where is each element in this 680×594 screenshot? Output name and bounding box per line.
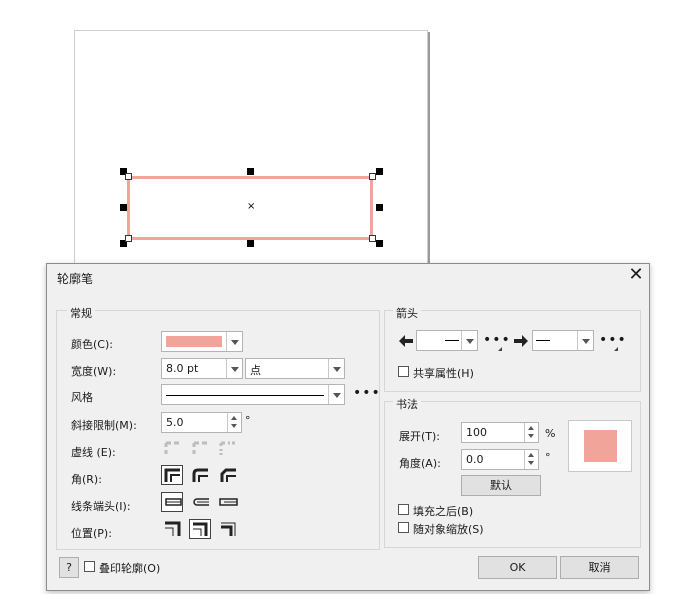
corner-bevel-option[interactable] (217, 465, 239, 485)
selection-handle-right[interactable] (376, 204, 383, 211)
cap-butt-option[interactable] (161, 492, 183, 512)
center-mark-icon: × (247, 201, 256, 212)
position-outside-option[interactable] (161, 519, 183, 539)
arrow-right-icon (513, 334, 529, 348)
dash-option-2-icon (192, 439, 210, 457)
stretch-value: 100 (466, 426, 487, 439)
overprint-outline-checkbox[interactable] (84, 561, 95, 572)
position-inside-option[interactable] (217, 519, 239, 539)
stretch-input[interactable]: 100 (461, 422, 539, 443)
chevron-down-icon[interactable] (461, 331, 477, 350)
overprint-outline-label: 叠印轮廓(O) (99, 562, 161, 575)
arrows-group-title: 箭头 (393, 305, 421, 321)
ok-button[interactable]: OK (478, 556, 557, 579)
arrow-left-icon (398, 334, 414, 348)
position-center-option[interactable] (189, 519, 211, 539)
calligraphy-group-title: 书法 (393, 396, 421, 412)
width-unit-value: 点 (250, 364, 261, 377)
more-icon[interactable]: ••• (599, 333, 627, 347)
node-handle-top-right[interactable] (369, 173, 376, 180)
color-swatch (166, 336, 222, 347)
end-arrow-preview (536, 340, 550, 341)
width-dropdown[interactable]: 8.0 pt (161, 358, 243, 379)
cap-square-option[interactable] (217, 492, 239, 512)
more-icon[interactable]: ••• (483, 333, 511, 347)
more-icon[interactable]: ••• (353, 386, 381, 400)
style-line-preview (166, 395, 324, 396)
corner-label: 角(R): (71, 473, 102, 486)
selection-handle-left[interactable] (120, 204, 127, 211)
share-attributes-label: 共享属性(H) (413, 367, 474, 380)
selection-handle-top[interactable] (247, 168, 254, 175)
node-handle-bottom-left[interactable] (125, 235, 132, 242)
style-label: 风格 (71, 391, 93, 404)
position-label: 位置(P): (71, 527, 112, 540)
share-attributes-checkbox[interactable] (398, 366, 409, 377)
dash-label: 虚线 (E): (71, 446, 116, 459)
corner-indicator-icon (614, 347, 618, 351)
cancel-button[interactable]: 取消 (560, 556, 639, 579)
chevron-down-icon[interactable] (226, 332, 242, 351)
chevron-down-icon[interactable] (328, 359, 344, 378)
dash-option-1-icon (164, 439, 182, 457)
miter-unit: ° (245, 414, 251, 427)
angle-input[interactable]: 0.0 (461, 449, 539, 470)
outline-pen-dialog: 轮廓笔 ✕ 常规 颜色(C): 宽度(W): 8.0 pt 点 风格 ••• 斜… (46, 263, 650, 591)
cap-round-option[interactable] (189, 492, 211, 512)
corner-indicator-icon (498, 347, 502, 351)
angle-label: 角度(A): (399, 457, 441, 470)
nib-shape (584, 430, 617, 462)
close-icon[interactable]: ✕ (625, 264, 647, 286)
line-cap-label: 线条端头(I): (71, 500, 131, 513)
miter-limit-label: 斜接限制(M): (71, 419, 137, 432)
chevron-down-icon[interactable] (328, 385, 344, 404)
end-arrow-dropdown[interactable] (532, 330, 594, 351)
style-dropdown[interactable] (161, 384, 345, 405)
after-fill-label: 填充之后(B) (413, 505, 474, 518)
help-button[interactable]: ? (59, 557, 79, 578)
miter-limit-value: 5.0 (166, 416, 184, 429)
spinner-icon[interactable] (524, 450, 538, 469)
nib-preview (568, 420, 632, 472)
width-label: 宽度(W): (71, 365, 117, 378)
node-handle-top-left[interactable] (125, 173, 132, 180)
corner-miter-option[interactable] (161, 465, 183, 485)
node-handle-bottom-right[interactable] (369, 235, 376, 242)
chevron-down-icon[interactable] (577, 331, 593, 350)
angle-unit: ° (545, 451, 551, 464)
scale-with-object-checkbox[interactable] (398, 522, 409, 533)
chevron-down-icon[interactable] (226, 359, 242, 378)
color-picker[interactable] (161, 331, 243, 352)
start-arrow-preview (445, 340, 459, 341)
dialog-title: 轮廓笔 (57, 272, 94, 286)
spinner-icon[interactable] (227, 413, 241, 432)
scale-with-object-label: 随对象缩放(S) (413, 523, 484, 536)
selection-handle-bottom-right[interactable] (376, 240, 383, 247)
selection-handle-top-right[interactable] (376, 168, 383, 175)
corner-round-option[interactable] (189, 465, 211, 485)
general-group-title: 常规 (67, 305, 95, 321)
selection-handle-bottom[interactable] (247, 240, 254, 247)
width-value: 8.0 pt (166, 362, 199, 375)
stretch-unit: % (545, 427, 556, 440)
stretch-label: 展开(T): (399, 430, 441, 443)
start-arrow-dropdown[interactable] (416, 330, 478, 351)
after-fill-checkbox[interactable] (398, 504, 409, 515)
angle-value: 0.0 (466, 453, 484, 466)
default-button[interactable]: 默认 (461, 475, 541, 496)
color-label: 颜色(C): (71, 338, 113, 351)
miter-limit-input[interactable]: 5.0 (161, 412, 242, 433)
dash-option-3-icon (219, 439, 237, 457)
spinner-icon[interactable] (524, 423, 538, 442)
width-unit-dropdown[interactable]: 点 (245, 358, 345, 379)
